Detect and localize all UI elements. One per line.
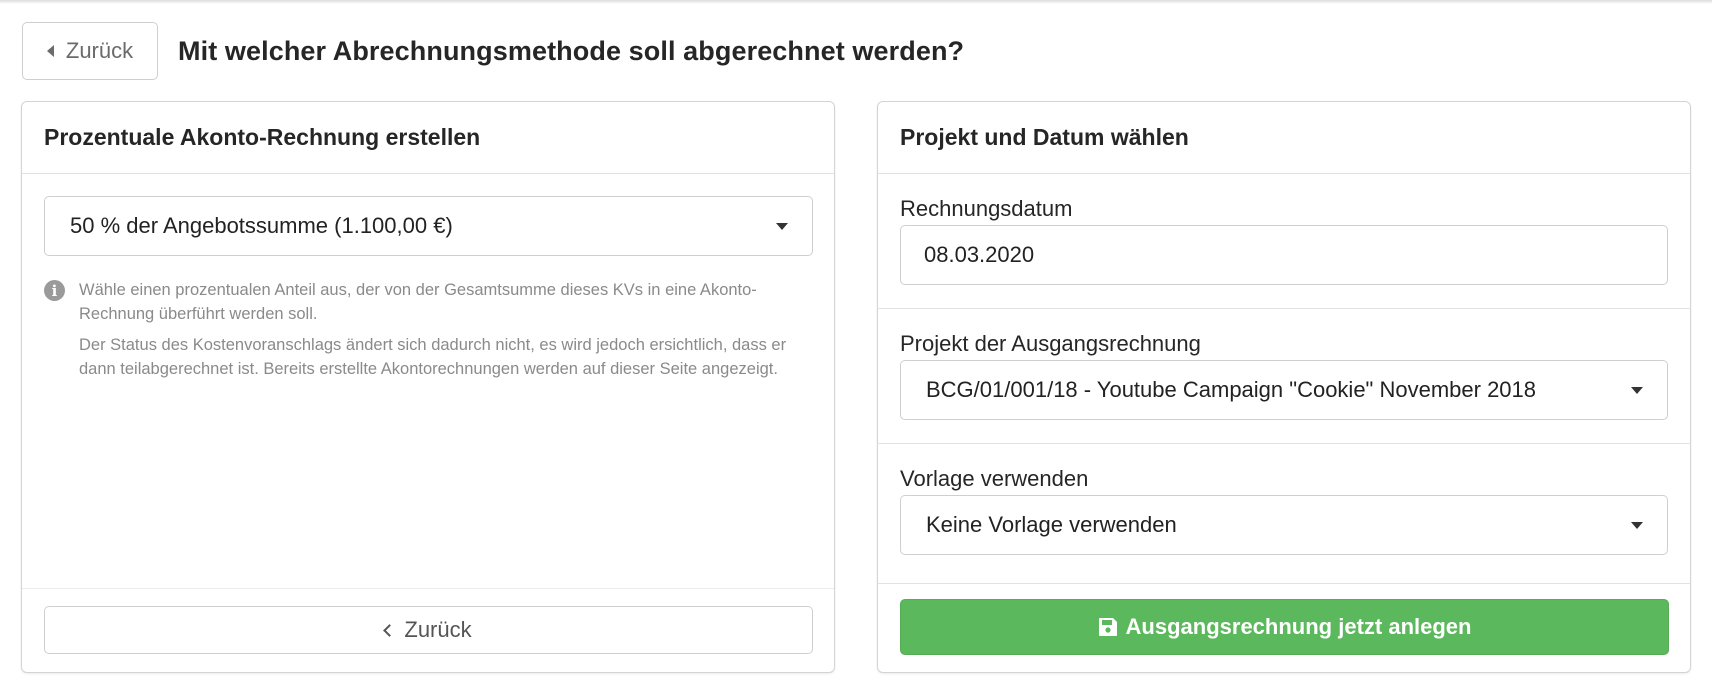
page-header: Zurück Mit welcher Abrechnungsmethode so… <box>22 22 964 80</box>
create-invoice-label: Ausgangsrechnung jetzt anlegen <box>1125 614 1472 639</box>
help-paragraph-1: Wähle einen prozentualen Anteil aus, der… <box>79 281 757 323</box>
chevron-down-icon <box>1631 522 1643 529</box>
project-date-panel-title: Projekt und Datum wählen <box>900 124 1189 150</box>
panel-back-button[interactable]: Zurück <box>44 606 813 654</box>
header-back-button[interactable]: Zurück <box>22 22 158 80</box>
percent-select-value: 50 % der Angebotssumme (1.100,00 €) <box>70 213 453 238</box>
akonto-panel-title: Prozentuale Akonto-Rechnung erstellen <box>44 124 481 150</box>
top-shadow <box>0 0 1712 4</box>
invoice-date-input[interactable]: 08.03.2020 <box>900 225 1668 285</box>
akonto-panel-footer-divider <box>22 588 834 589</box>
info-icon: i <box>44 280 65 301</box>
help-text: Wähle einen prozentualen Anteil aus, der… <box>79 278 814 381</box>
project-section: Projekt der Ausgangsrechnung BCG/01/001/… <box>878 309 1690 444</box>
invoice-date-value: 08.03.2020 <box>924 242 1035 267</box>
help-paragraph-2: Der Status des Kostenvoranschlags ändert… <box>79 336 787 378</box>
caret-left-icon <box>46 45 54 57</box>
project-date-panel: Projekt und Datum wählen Rechnungsdatum … <box>877 101 1691 673</box>
panel-back-label: Zurück <box>404 617 472 642</box>
project-label: Projekt der Ausgangsrechnung <box>900 331 1201 356</box>
template-label: Vorlage verwenden <box>900 466 1089 491</box>
invoice-date-label: Rechnungsdatum <box>900 196 1073 221</box>
akonto-panel-header: Prozentuale Akonto-Rechnung erstellen <box>22 102 834 174</box>
help-block: i Wähle einen prozentualen Anteil aus, d… <box>44 278 814 381</box>
project-select-value: BCG/01/001/18 - Youtube Campaign "Cookie… <box>926 377 1537 402</box>
save-icon <box>1098 618 1117 636</box>
akonto-panel: Prozentuale Akonto-Rechnung erstellen 50… <box>21 101 835 673</box>
percent-select[interactable]: 50 % der Angebotssumme (1.100,00 €) <box>44 196 813 256</box>
chevron-down-icon <box>1631 387 1643 394</box>
invoice-date-section: Rechnungsdatum 08.03.2020 <box>878 174 1690 309</box>
page-title: Mit welcher Abrechnungsmethode soll abge… <box>178 35 965 66</box>
chevron-down-icon <box>776 223 788 230</box>
header-back-label: Zurück <box>65 38 134 63</box>
create-invoice-button[interactable]: Ausgangsrechnung jetzt anlegen <box>900 599 1669 655</box>
template-select-value: Keine Vorlage verwenden <box>926 512 1177 537</box>
template-select[interactable]: Keine Vorlage verwenden <box>900 495 1668 555</box>
project-select[interactable]: BCG/01/001/18 - Youtube Campaign "Cookie… <box>900 360 1668 420</box>
template-section: Vorlage verwenden Keine Vorlage verwende… <box>878 444 1690 584</box>
chevron-left-icon <box>383 624 397 637</box>
project-date-panel-header: Projekt und Datum wählen <box>878 102 1690 174</box>
